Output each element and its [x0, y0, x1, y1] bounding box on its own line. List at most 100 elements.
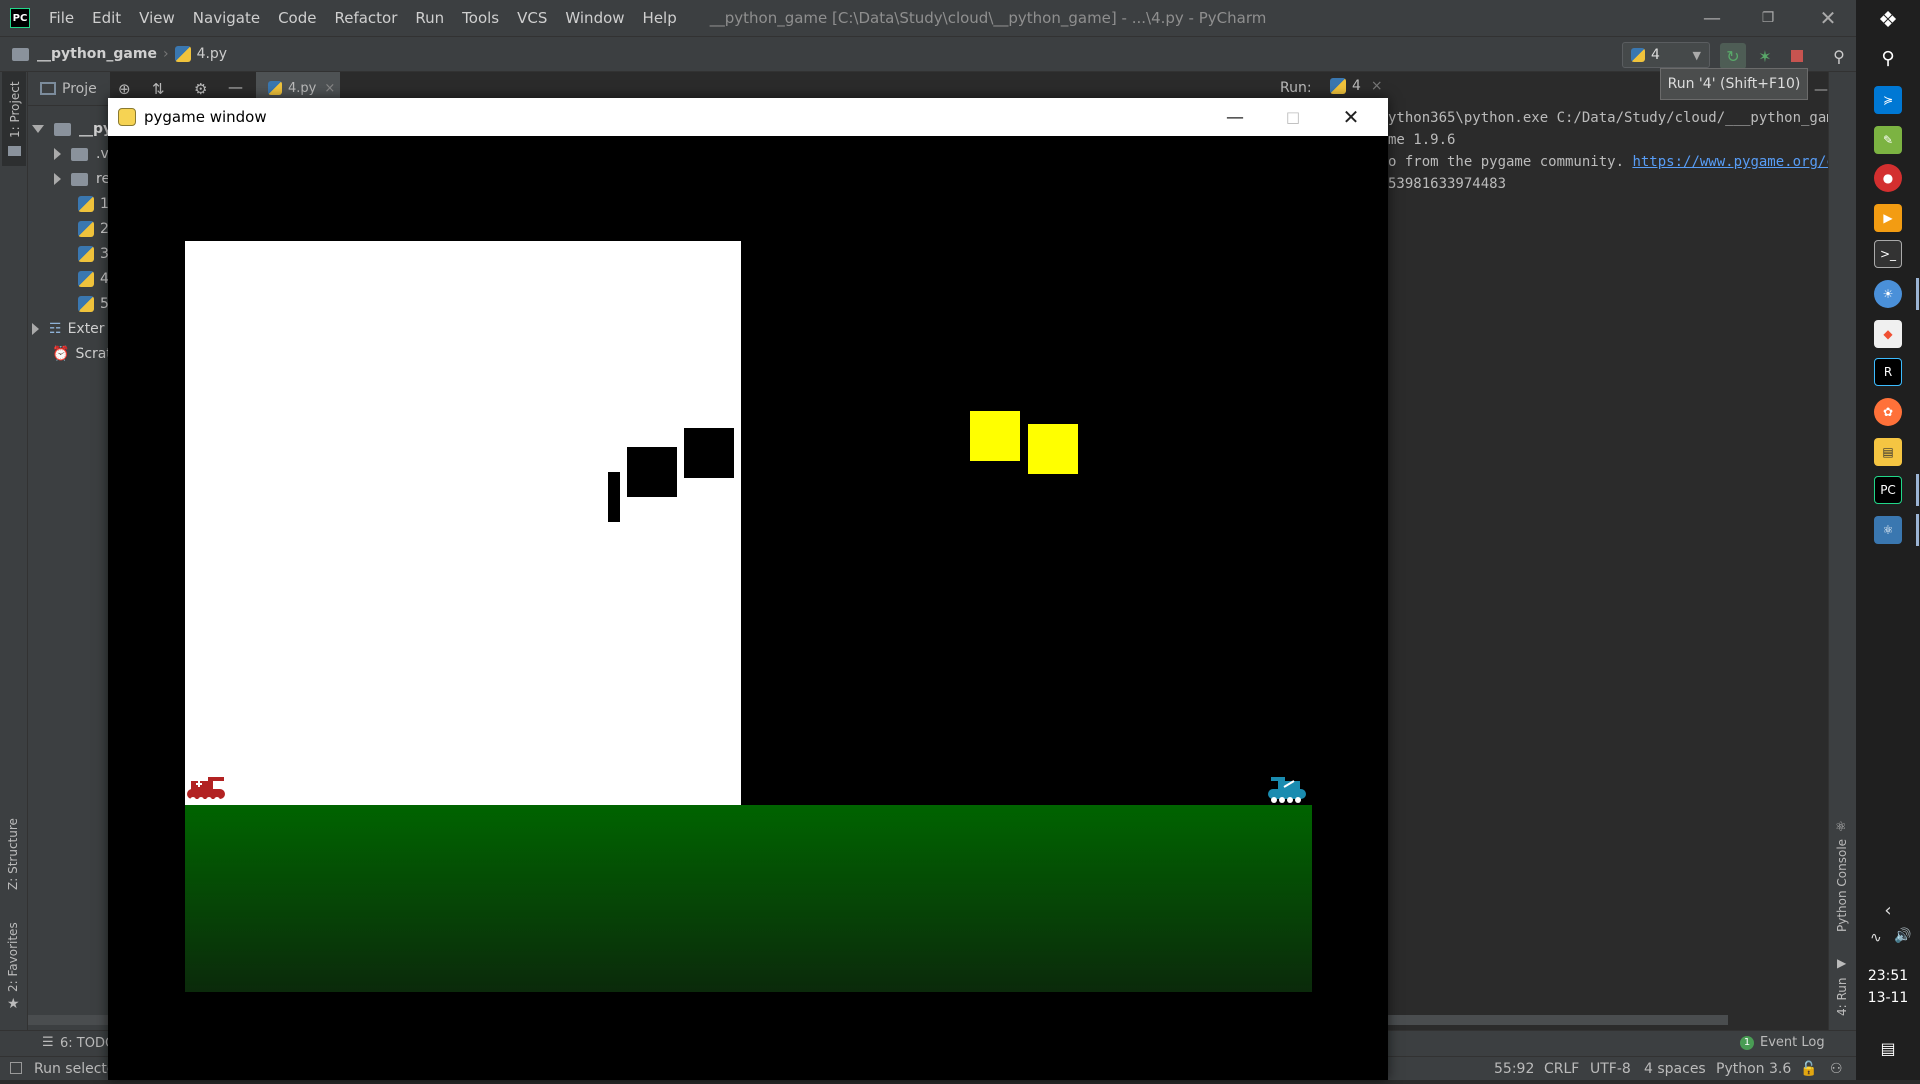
menu-tools[interactable]: Tools [453, 9, 508, 27]
tool-structure-label[interactable]: Z: Structure [6, 818, 20, 890]
hide-panel-icon[interactable]: — [228, 78, 243, 96]
menu-code[interactable]: Code [269, 9, 325, 27]
git-icon[interactable]: ◆ [1874, 320, 1902, 348]
clock-date[interactable]: 13-11 [1856, 990, 1920, 1006]
console-scrollbar[interactable] [1388, 1015, 1728, 1025]
pygame-maximize-button[interactable]: □ [1264, 98, 1322, 136]
run-tab[interactable]: 4 × [1330, 78, 1383, 94]
minimize-button[interactable]: — [1684, 0, 1740, 36]
media-app-icon[interactable]: ● [1874, 164, 1902, 192]
menu-run[interactable]: Run [406, 9, 453, 27]
active-app-indicator [1916, 514, 1919, 546]
pygame-window[interactable]: pygame window — □ ✕ [108, 98, 1388, 1080]
close-tab-icon[interactable]: × [1371, 78, 1383, 94]
locate-icon[interactable]: ⊕ [118, 80, 131, 98]
pycharm-logo-icon: PC [10, 8, 30, 28]
volume-icon[interactable]: 🔊 [1894, 928, 1911, 944]
white-zone [185, 241, 741, 805]
star-icon: ★ [7, 996, 20, 1012]
restore-button[interactable]: ❐ [1740, 0, 1796, 36]
menu-refactor[interactable]: Refactor [325, 9, 406, 27]
status-toggle-icon[interactable] [10, 1062, 22, 1074]
project-tool-button[interactable]: 1: Project [2, 72, 26, 166]
tree-row-libs[interactable]: ☶ Exter [32, 318, 105, 340]
network-icon[interactable]: ∿ [1870, 930, 1882, 946]
stop-icon [1791, 50, 1803, 62]
menu-window[interactable]: Window [556, 9, 633, 27]
stop-button[interactable] [1784, 43, 1810, 69]
hide-run-panel-icon[interactable]: — [1814, 82, 1828, 98]
tree-row-root[interactable]: __py [32, 118, 112, 140]
event-log-button[interactable]: 1 Event Log [1740, 1035, 1825, 1050]
console-line: ython365\python.exe C:/Data/Study/cloud/… [1388, 110, 1844, 126]
game-canvas[interactable] [108, 136, 1388, 1080]
tree-row-file[interactable]: 5 [78, 293, 109, 315]
status-interpreter[interactable]: Python 3.6 [1716, 1061, 1791, 1077]
breadcrumb-project[interactable]: __python_game [37, 46, 157, 62]
run-console[interactable]: ython365\python.exe C:/Data/Study/cloud/… [1388, 104, 1856, 1020]
menu-edit[interactable]: Edit [83, 9, 130, 27]
console-line: o from the pygame community. https://www… [1388, 154, 1843, 170]
firefox-icon[interactable]: ✿ [1874, 398, 1902, 426]
collapse-icon [54, 148, 61, 160]
rider-icon[interactable]: R [1874, 358, 1902, 386]
run-tab-label: 4 [1352, 78, 1361, 94]
collapse-all-icon[interactable]: ⇅ [152, 80, 165, 98]
folder-icon [71, 172, 88, 186]
tool-python-console-label[interactable]: Python Console [1835, 839, 1849, 932]
menu-view[interactable]: View [130, 9, 184, 27]
tool-run-label[interactable]: 4: Run [1835, 977, 1849, 1016]
pygame-community-link[interactable]: https://www.pygame.org/co [1632, 154, 1843, 170]
expand-icon [32, 125, 44, 133]
menu-file[interactable]: File [40, 9, 83, 27]
status-encoding[interactable]: UTF-8 [1590, 1061, 1631, 1077]
close-tab-icon[interactable]: × [324, 81, 335, 96]
menu-vcs[interactable]: VCS [508, 9, 556, 27]
tree-row-file[interactable]: 3 [78, 243, 109, 265]
memory-indicator-icon[interactable]: ⚇ [1830, 1061, 1843, 1077]
tree-row-file[interactable]: 1 [78, 193, 109, 215]
lock-icon[interactable]: 🔓 [1800, 1061, 1817, 1077]
terminal-icon[interactable]: >_ [1874, 240, 1902, 268]
tree-row-folder[interactable]: re [54, 168, 110, 190]
pygame-close-button[interactable]: ✕ [1322, 98, 1380, 136]
project-scrollbar[interactable] [28, 1015, 108, 1025]
tool-favorites-label[interactable]: 2: Favorites [6, 922, 20, 992]
status-line-separator[interactable]: CRLF [1544, 1061, 1579, 1077]
windows-start-icon[interactable]: ❖ [1874, 6, 1902, 34]
show-hidden-icons-chevron-icon[interactable]: ‹ [1874, 896, 1902, 924]
search-icon[interactable]: ⚲ [1826, 43, 1852, 69]
tree-row-file[interactable]: 2 [78, 218, 109, 240]
video-app-icon[interactable]: ▶ [1874, 204, 1902, 232]
tree-row-folder[interactable]: .v [54, 143, 109, 165]
debug-bug-icon[interactable]: ✶ [1752, 43, 1778, 69]
python-taskbar-icon[interactable]: ⚛ [1874, 516, 1902, 544]
search-icon[interactable]: ⚲ [1874, 44, 1902, 72]
pycharm-taskbar-icon[interactable]: PC [1874, 476, 1902, 504]
run-tooltip: Run '4' (Shift+F10) [1660, 68, 1808, 100]
gear-icon[interactable]: ⚙ [194, 80, 207, 98]
run-config-label: 4 [1651, 47, 1660, 63]
menu-help[interactable]: Help [634, 9, 686, 27]
ide-title-bar: PC File Edit View Navigate Code Refactor… [0, 0, 1856, 36]
run-config-select[interactable]: 4 ▼ [1622, 42, 1710, 68]
tree-row-file[interactable]: 4 [78, 268, 109, 290]
tool-todo-label[interactable]: 6: TODO [60, 1036, 115, 1051]
pygame-minimize-button[interactable]: — [1206, 98, 1264, 136]
yellow-square-block [970, 411, 1020, 461]
notes-app-icon[interactable]: ✎ [1874, 126, 1902, 154]
notifications-icon[interactable]: ▤ [1874, 1034, 1902, 1062]
status-position[interactable]: 55:92 [1494, 1061, 1534, 1077]
rerun-button[interactable]: ↻ [1720, 43, 1746, 69]
status-indent[interactable]: 4 spaces [1644, 1061, 1706, 1077]
vscode-icon[interactable]: ≽ [1874, 86, 1902, 114]
tree-row-scratches[interactable]: ⏰ Scrat [52, 343, 112, 365]
browser-app-icon[interactable]: ☀ [1874, 280, 1902, 308]
folder-icon [8, 146, 21, 156]
clock-time[interactable]: 23:51 [1856, 968, 1920, 984]
project-header-label[interactable]: Proje [62, 81, 97, 97]
close-button[interactable]: ✕ [1800, 0, 1856, 36]
breadcrumb-file[interactable]: 4.py [197, 46, 228, 62]
file-explorer-icon[interactable]: ▤ [1874, 438, 1902, 466]
menu-navigate[interactable]: Navigate [184, 9, 269, 27]
